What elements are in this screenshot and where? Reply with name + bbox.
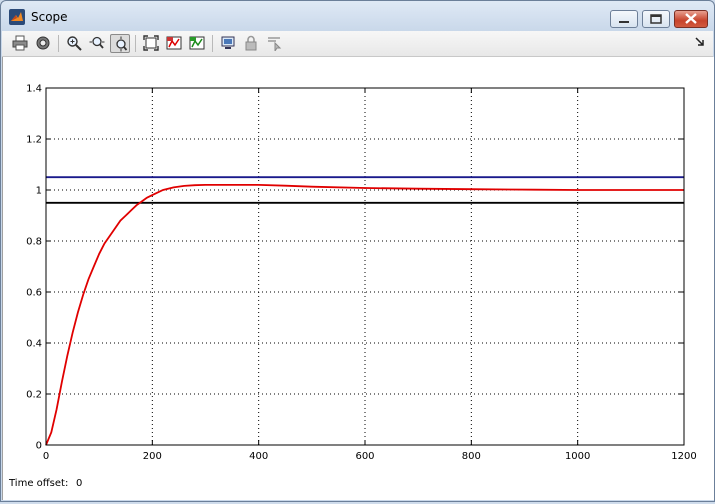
floating-scope-icon bbox=[221, 36, 235, 49]
y-tick-label: 1.4 bbox=[26, 84, 42, 95]
y-tick-label: 1.2 bbox=[26, 135, 42, 146]
zoom-button[interactable] bbox=[64, 34, 84, 53]
y-tick-label: 0.2 bbox=[26, 390, 42, 401]
y-tick-label: 1 bbox=[36, 186, 42, 197]
maximize-button[interactable] bbox=[642, 10, 670, 28]
save-axes-icon bbox=[166, 36, 182, 50]
x-tick-label: 0 bbox=[43, 451, 49, 462]
scope-window: Scope 0 200 400 600 800 1000 1200 0 0.2 … bbox=[0, 0, 715, 502]
zoom-y-button[interactable] bbox=[110, 34, 130, 53]
lock-axes-button[interactable] bbox=[241, 34, 261, 53]
plot-background bbox=[46, 88, 684, 445]
matlab-logo-icon bbox=[9, 9, 25, 25]
y-tick-label: 0.8 bbox=[26, 237, 42, 248]
zoom-x-icon bbox=[89, 36, 105, 49]
time-offset-label: Time offset: bbox=[9, 478, 69, 489]
maximize-icon bbox=[650, 14, 662, 24]
scope-plot[interactable]: 0 200 400 600 800 1000 1200 0 0.2 0.4 0.6 0.8 1 1.2 1.… bbox=[3, 57, 714, 500]
plot-area-container: 0 200 400 600 800 1000 1200 0 0.2 0.4 0.6 0.8 1 1.2 1.… bbox=[2, 57, 714, 500]
floating-scope-button[interactable] bbox=[218, 34, 238, 53]
close-button[interactable] bbox=[674, 10, 708, 28]
title-bar[interactable]: Scope bbox=[1, 1, 714, 31]
toolbar-separator bbox=[212, 35, 213, 52]
x-tick-label: 600 bbox=[355, 451, 374, 462]
save-axes-button[interactable] bbox=[164, 34, 184, 53]
signal-selector-icon bbox=[268, 37, 282, 51]
minimize-button[interactable] bbox=[610, 10, 638, 28]
zoom-y-icon bbox=[116, 36, 128, 52]
minimize-icon bbox=[619, 21, 629, 23]
signal-selector-button[interactable] bbox=[264, 34, 284, 53]
lock-icon bbox=[245, 35, 257, 51]
restore-axes-icon bbox=[189, 36, 205, 50]
dock-arrow-icon[interactable] bbox=[695, 37, 705, 47]
x-tick-label: 1200 bbox=[671, 451, 696, 462]
print-button[interactable] bbox=[10, 34, 30, 53]
autoscale-icon bbox=[143, 35, 159, 51]
zoom-x-button[interactable] bbox=[87, 34, 107, 53]
x-tick-label: 800 bbox=[462, 451, 481, 462]
y-tick-label: 0.6 bbox=[26, 288, 42, 299]
autoscale-button[interactable] bbox=[141, 34, 161, 53]
y-tick-label: 0.4 bbox=[26, 339, 42, 350]
x-tick-label: 1000 bbox=[565, 451, 590, 462]
y-tick-label: 0 bbox=[36, 441, 42, 452]
parameters-button[interactable] bbox=[33, 34, 53, 53]
toolbar bbox=[2, 31, 713, 57]
toolbar-separator bbox=[135, 35, 136, 52]
restore-axes-button[interactable] bbox=[187, 34, 207, 53]
toolbar-separator bbox=[58, 35, 59, 52]
close-icon bbox=[685, 13, 697, 24]
x-tick-label: 200 bbox=[143, 451, 162, 462]
zoom-in-icon bbox=[67, 36, 82, 51]
x-tick-label: 400 bbox=[249, 451, 268, 462]
printer-icon bbox=[12, 35, 28, 51]
window-title: Scope bbox=[31, 10, 68, 24]
time-offset-value: 0 bbox=[76, 478, 83, 489]
gear-icon bbox=[36, 36, 50, 50]
